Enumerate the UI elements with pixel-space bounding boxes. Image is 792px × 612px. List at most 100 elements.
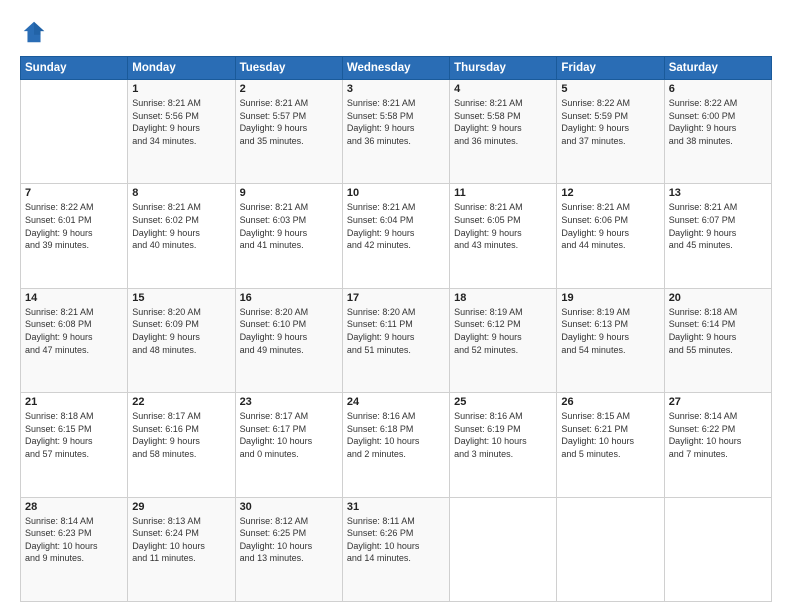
day-cell [450, 497, 557, 601]
day-number: 4 [454, 83, 552, 95]
day-number: 29 [132, 501, 230, 513]
day-cell [664, 497, 771, 601]
day-number: 6 [669, 83, 767, 95]
day-info: Sunrise: 8:16 AM Sunset: 6:19 PM Dayligh… [454, 410, 552, 460]
header-row: SundayMondayTuesdayWednesdayThursdayFrid… [21, 57, 772, 80]
col-header-wednesday: Wednesday [342, 57, 449, 80]
day-info: Sunrise: 8:18 AM Sunset: 6:14 PM Dayligh… [669, 306, 767, 356]
day-number: 5 [561, 83, 659, 95]
day-info: Sunrise: 8:13 AM Sunset: 6:24 PM Dayligh… [132, 515, 230, 565]
col-header-monday: Monday [128, 57, 235, 80]
day-cell: 3Sunrise: 8:21 AM Sunset: 5:58 PM Daylig… [342, 80, 449, 184]
day-number: 9 [240, 187, 338, 199]
day-number: 13 [669, 187, 767, 199]
week-row-4: 28Sunrise: 8:14 AM Sunset: 6:23 PM Dayli… [21, 497, 772, 601]
day-cell: 18 Sunrise: 8:19 AM Sunset: 6:12 PM Dayli… [450, 288, 557, 392]
col-header-sunday: Sunday [21, 57, 128, 80]
day-number: 23 [240, 396, 338, 408]
day-info: Sunrise: 8:11 AM Sunset: 6:26 PM Dayligh… [347, 515, 445, 565]
calendar-table: SundayMondayTuesdayWednesdayThursdayFrid… [20, 56, 772, 602]
day-cell: 11 Sunrise: 8:21 AM Sunset: 6:05 PM Dayli… [450, 184, 557, 288]
col-header-saturday: Saturday [664, 57, 771, 80]
day-cell: 2 Sunrise: 8:21 AM Sunset: 5:57 PM Daylig… [235, 80, 342, 184]
day-info: Sunrise: 8:19 AM Sunset: 6:12 PM Dayligh… [454, 306, 552, 356]
day-cell: 1Sunrise: 8:21 AM Sunset: 5:56 PM Daylig… [128, 80, 235, 184]
day-number: 12 [561, 187, 659, 199]
day-number: 7 [25, 187, 123, 199]
day-cell: 24 Sunrise: 8:16 AM Sunset: 6:18 PM Dayli… [342, 393, 449, 497]
day-info: Sunrise: 8:22 AM Sunset: 6:00 PM Dayligh… [669, 97, 767, 147]
day-info: Sunrise: 8:18 AM Sunset: 6:15 PM Dayligh… [25, 410, 123, 460]
day-number: 16 [240, 292, 338, 304]
day-info: Sunrise: 8:21 AM Sunset: 5:57 PM Dayligh… [240, 97, 338, 147]
day-info: Sunrise: 8:20 AM Sunset: 6:10 PM Dayligh… [240, 306, 338, 356]
day-info: Sunrise: 8:21 AM Sunset: 6:03 PM Dayligh… [240, 201, 338, 251]
day-number: 28 [25, 501, 123, 513]
day-info: Sunrise: 8:21 AM Sunset: 6:04 PM Dayligh… [347, 201, 445, 251]
day-info: Sunrise: 8:20 AM Sunset: 6:11 PM Dayligh… [347, 306, 445, 356]
day-cell: 16 Sunrise: 8:20 AM Sunset: 6:10 PM Dayli… [235, 288, 342, 392]
day-cell: 19 Sunrise: 8:19 AM Sunset: 6:13 PM Dayli… [557, 288, 664, 392]
day-info: Sunrise: 8:21 AM Sunset: 5:56 PM Dayligh… [132, 97, 230, 147]
day-info: Sunrise: 8:21 AM Sunset: 6:08 PM Dayligh… [25, 306, 123, 356]
header [20, 18, 772, 46]
day-info: Sunrise: 8:22 AM Sunset: 6:01 PM Dayligh… [25, 201, 123, 251]
day-info: Sunrise: 8:20 AM Sunset: 6:09 PM Dayligh… [132, 306, 230, 356]
day-info: Sunrise: 8:15 AM Sunset: 6:21 PM Dayligh… [561, 410, 659, 460]
day-number: 24 [347, 396, 445, 408]
day-cell: 31Sunrise: 8:11 AM Sunset: 6:26 PM Dayli… [342, 497, 449, 601]
day-number: 18 [454, 292, 552, 304]
col-header-thursday: Thursday [450, 57, 557, 80]
day-number: 20 [669, 292, 767, 304]
day-number: 22 [132, 396, 230, 408]
day-cell: 8 Sunrise: 8:21 AM Sunset: 6:02 PM Daylig… [128, 184, 235, 288]
day-cell: 21Sunrise: 8:18 AM Sunset: 6:15 PM Dayli… [21, 393, 128, 497]
day-cell: 23 Sunrise: 8:17 AM Sunset: 6:17 PM Dayli… [235, 393, 342, 497]
day-info: Sunrise: 8:19 AM Sunset: 6:13 PM Dayligh… [561, 306, 659, 356]
day-number: 14 [25, 292, 123, 304]
week-row-1: 7 Sunrise: 8:22 AM Sunset: 6:01 PM Daylig… [21, 184, 772, 288]
day-cell: 4Sunrise: 8:21 AM Sunset: 5:58 PM Daylig… [450, 80, 557, 184]
day-info: Sunrise: 8:21 AM Sunset: 6:07 PM Dayligh… [669, 201, 767, 251]
day-info: Sunrise: 8:21 AM Sunset: 6:06 PM Dayligh… [561, 201, 659, 251]
day-number: 2 [240, 83, 338, 95]
week-row-3: 21Sunrise: 8:18 AM Sunset: 6:15 PM Dayli… [21, 393, 772, 497]
day-cell: 27 Sunrise: 8:14 AM Sunset: 6:22 PM Dayli… [664, 393, 771, 497]
week-row-0: 1Sunrise: 8:21 AM Sunset: 5:56 PM Daylig… [21, 80, 772, 184]
day-info: Sunrise: 8:16 AM Sunset: 6:18 PM Dayligh… [347, 410, 445, 460]
day-info: Sunrise: 8:12 AM Sunset: 6:25 PM Dayligh… [240, 515, 338, 565]
day-info: Sunrise: 8:21 AM Sunset: 5:58 PM Dayligh… [347, 97, 445, 147]
day-number: 30 [240, 501, 338, 513]
week-row-2: 14 Sunrise: 8:21 AM Sunset: 6:08 PM Dayli… [21, 288, 772, 392]
day-info: Sunrise: 8:14 AM Sunset: 6:22 PM Dayligh… [669, 410, 767, 460]
day-number: 25 [454, 396, 552, 408]
day-cell: 29 Sunrise: 8:13 AM Sunset: 6:24 PM Dayli… [128, 497, 235, 601]
day-cell: 20 Sunrise: 8:18 AM Sunset: 6:14 PM Dayli… [664, 288, 771, 392]
day-cell: 6 Sunrise: 8:22 AM Sunset: 6:00 PM Daylig… [664, 80, 771, 184]
day-number: 27 [669, 396, 767, 408]
day-cell: 22Sunrise: 8:17 AM Sunset: 6:16 PM Dayli… [128, 393, 235, 497]
day-cell: 14 Sunrise: 8:21 AM Sunset: 6:08 PM Dayli… [21, 288, 128, 392]
day-number: 17 [347, 292, 445, 304]
day-number: 8 [132, 187, 230, 199]
col-header-friday: Friday [557, 57, 664, 80]
day-cell: 17 Sunrise: 8:20 AM Sunset: 6:11 PM Dayli… [342, 288, 449, 392]
day-cell: 9 Sunrise: 8:21 AM Sunset: 6:03 PM Daylig… [235, 184, 342, 288]
day-cell [557, 497, 664, 601]
logo [20, 18, 52, 46]
day-number: 11 [454, 187, 552, 199]
day-cell: 28Sunrise: 8:14 AM Sunset: 6:23 PM Dayli… [21, 497, 128, 601]
page: SundayMondayTuesdayWednesdayThursdayFrid… [0, 0, 792, 612]
day-number: 15 [132, 292, 230, 304]
day-info: Sunrise: 8:17 AM Sunset: 6:17 PM Dayligh… [240, 410, 338, 460]
day-info: Sunrise: 8:22 AM Sunset: 5:59 PM Dayligh… [561, 97, 659, 147]
day-cell: 15 Sunrise: 8:20 AM Sunset: 6:09 PM Dayli… [128, 288, 235, 392]
day-cell: 12 Sunrise: 8:21 AM Sunset: 6:06 PM Dayli… [557, 184, 664, 288]
day-info: Sunrise: 8:21 AM Sunset: 6:02 PM Dayligh… [132, 201, 230, 251]
day-cell: 7 Sunrise: 8:22 AM Sunset: 6:01 PM Daylig… [21, 184, 128, 288]
day-info: Sunrise: 8:21 AM Sunset: 6:05 PM Dayligh… [454, 201, 552, 251]
day-cell: 25 Sunrise: 8:16 AM Sunset: 6:19 PM Dayli… [450, 393, 557, 497]
day-cell: 5 Sunrise: 8:22 AM Sunset: 5:59 PM Daylig… [557, 80, 664, 184]
day-number: 19 [561, 292, 659, 304]
day-number: 26 [561, 396, 659, 408]
